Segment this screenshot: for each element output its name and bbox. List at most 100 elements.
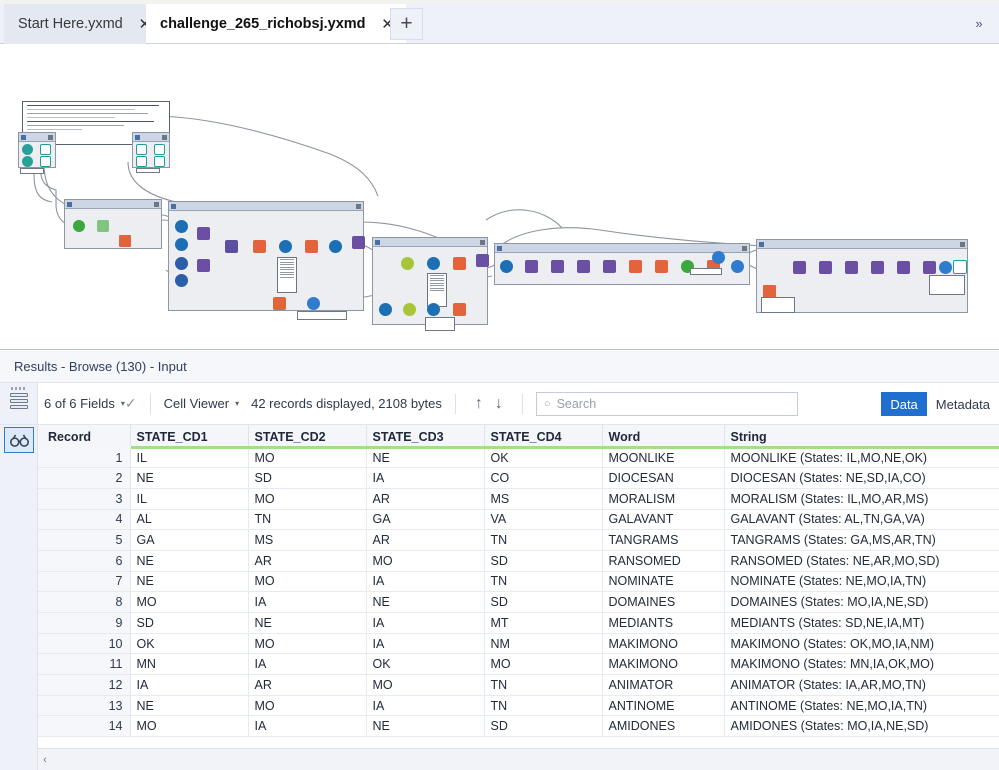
table-cell[interactable]: GA [130,529,249,551]
tool-c-listbox[interactable] [427,273,447,307]
cell-record-number[interactable]: 9 [38,612,131,634]
cell-record-number[interactable]: 11 [38,653,131,676]
table-cell[interactable]: TN [484,695,603,717]
table-row[interactable]: 5 GA MS AR TN TANGRAMS TANGRAMS (States: GA,MS… [38,529,999,551]
tool-a2[interactable] [97,220,109,232]
tool-input-3[interactable] [136,144,147,155]
tool-d4[interactable] [577,260,590,273]
tool-container-e[interactable] [756,239,968,313]
tool-e-output[interactable] [953,260,967,274]
column-header-state-cd1[interactable]: STATE_CD1 [130,425,249,449]
new-tab-button[interactable]: + [390,8,423,40]
table-cell[interactable]: TN [484,674,603,696]
tool-d7[interactable] [655,260,668,273]
column-header-state-cd2[interactable]: STATE_CD2 [248,425,367,449]
cell-record-number[interactable]: 10 [38,633,131,655]
table-cell[interactable]: MOONLIKE (States: IL,MO,NE,OK) [724,447,999,469]
table-cell[interactable]: OK [130,633,249,655]
table-row[interactable]: 8 MO IA NE SD DOMAINES DOMAINES (States: MO,IA… [38,591,999,613]
tool-c1[interactable] [401,257,414,270]
tool-output-1[interactable] [40,144,51,155]
table-cell[interactable]: MO [130,715,249,738]
table-cell[interactable]: CO [484,467,603,489]
table-cell[interactable]: NE [130,467,249,489]
table-cell[interactable]: AL [130,509,249,531]
chevron-down-icon[interactable]: ▾ [235,399,239,408]
tool-container-inputs-right[interactable] [132,132,170,168]
tool-container-d[interactable] [494,243,750,285]
table-cell[interactable]: MN [130,653,249,676]
table-cell[interactable]: NE [248,612,367,634]
tool-container-b[interactable] [168,201,364,320]
container-header[interactable] [19,133,55,142]
tool-b-input-3[interactable] [175,257,188,270]
table-cell[interactable]: DOMAINES [602,591,725,613]
tool-output-3[interactable] [154,144,165,155]
table-cell[interactable]: ANTINOME (States: NE,MO,IA,TN) [724,695,999,717]
tool-b-sample[interactable] [273,297,286,310]
data-table[interactable]: Record STATE_CD1 STATE_CD2 STATE_CD3 STA… [38,425,999,738]
table-cell[interactable]: SD [484,715,603,738]
container-header[interactable] [169,202,363,211]
tool-output-2[interactable] [40,156,51,167]
table-cell[interactable]: MT [484,612,603,634]
container-header[interactable] [65,200,161,209]
table-row[interactable]: 6 NE AR MO SD RANSOMED RANSOMED (States: NE,AR… [38,550,999,572]
tool-input-1[interactable] [22,144,33,155]
table-cell[interactable]: AR [366,529,485,551]
results-data-grid[interactable]: Record STATE_CD1 STATE_CD2 STATE_CD3 STA… [0,425,999,770]
tool-container-inputs-left[interactable] [18,132,56,168]
table-cell[interactable]: MAKIMONO (States: OK,MO,IA,NM) [724,633,999,655]
column-header-state-cd3[interactable]: STATE_CD3 [366,425,485,449]
table-cell[interactable]: NE [130,550,249,572]
scroll-down-icon[interactable]: ↓ [489,395,509,413]
table-cell[interactable]: NE [366,715,485,738]
table-cell[interactable]: MEDIANTS [602,612,725,634]
table-cell[interactable]: AMIDONES [602,715,725,738]
table-cell[interactable]: IL [130,447,249,469]
cell-record-number[interactable]: 4 [38,509,131,531]
table-cell[interactable]: TN [484,571,603,593]
list-view-icon[interactable] [9,393,28,411]
table-cell[interactable]: MO [484,653,603,676]
tool-b-listbox[interactable] [277,257,297,293]
table-cell[interactable]: MO [130,591,249,613]
table-cell[interactable]: AR [248,550,367,572]
tool-b-filter[interactable] [305,240,318,253]
cell-record-number[interactable]: 1 [38,447,131,469]
table-row[interactable]: 12 IA AR MO TN ANIMATOR ANIMATOR (States: IA,A… [38,674,999,696]
tool-container-a[interactable] [64,199,162,249]
tool-e5[interactable] [897,261,910,274]
table-cell[interactable]: VA [484,509,603,531]
table-row[interactable]: 4 AL TN GA VA GALAVANT GALAVANT (States: AL,TN… [38,509,999,531]
table-cell[interactable]: MS [248,529,367,551]
tool-b-select[interactable] [225,240,238,253]
cell-record-number[interactable]: 8 [38,591,131,613]
container-header[interactable] [133,133,169,142]
table-cell[interactable]: MO [366,674,485,696]
scroll-up-icon[interactable]: ↑ [469,395,489,413]
tool-b-input-1[interactable] [175,220,188,233]
table-cell[interactable]: RANSOMED (States: NE,AR,MO,SD) [724,550,999,572]
table-cell[interactable]: DOMAINES (States: MO,IA,NE,SD) [724,591,999,613]
table-cell[interactable]: AMIDONES (States: MO,IA,NE,SD) [724,715,999,738]
tool-b-browse[interactable] [307,297,320,310]
tool-b-input-4[interactable] [175,274,188,287]
tab-metadata[interactable]: Metadata [927,392,999,416]
tool-c-out-join[interactable] [476,254,489,267]
table-cell[interactable]: MAKIMONO [602,633,725,655]
table-cell[interactable]: IA [248,715,367,738]
table-cell[interactable]: IA [366,612,485,634]
column-header-record[interactable]: Record [38,425,131,449]
table-cell[interactable]: MO [248,571,367,593]
table-cell[interactable]: IA [248,591,367,613]
tool-c5[interactable] [403,303,416,316]
tab-start-here[interactable]: Start Here.yxmd ✕ [4,4,164,44]
table-cell[interactable]: ANTINOME [602,695,725,717]
tool-b-sort[interactable] [329,240,342,253]
scroll-left-icon[interactable]: ‹ [38,754,52,766]
table-cell[interactable]: ANIMATOR [602,674,725,696]
table-row[interactable]: 9 SD NE IA MT MEDIANTS MEDIANTS (States: SD,NE… [38,612,999,634]
table-cell[interactable]: IA [248,653,367,676]
search-input[interactable] [556,396,790,411]
